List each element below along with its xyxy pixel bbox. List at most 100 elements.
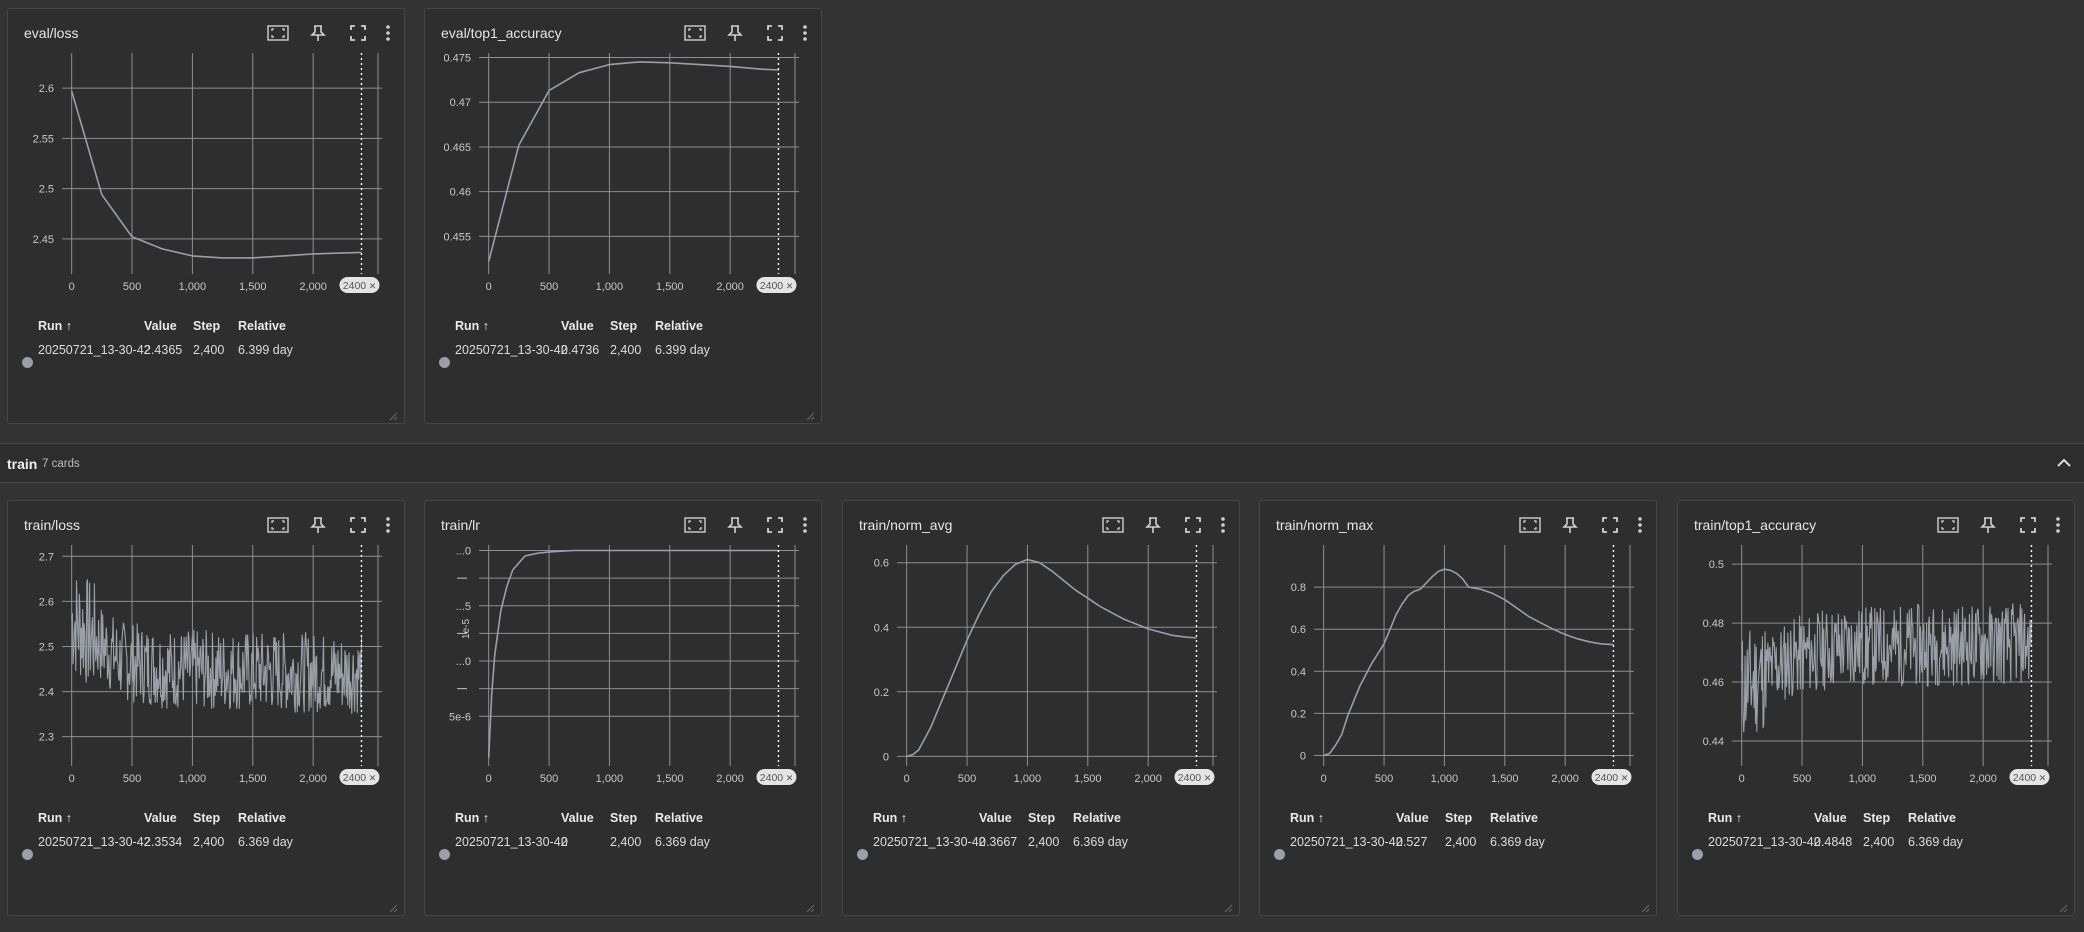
cell-relative: 6.369 day bbox=[1073, 835, 1128, 849]
close-icon[interactable]: ✕ bbox=[2039, 773, 2047, 783]
fullscreen-button[interactable] bbox=[755, 513, 795, 537]
fullscreen-button[interactable] bbox=[2008, 513, 2048, 537]
chart-area[interactable]: 2.45 2.5 2.55 2.6 0 500 1,000 1,500 2,000 2400 ✕ bbox=[8, 53, 406, 319]
x-tick-label: 2,000 bbox=[716, 281, 744, 293]
chart-svg[interactable]: 2.45 2.5 2.55 2.6 0 500 1,000 1,500 2,000 2400 ✕ bbox=[8, 53, 406, 319]
run-color-dot[interactable] bbox=[1274, 849, 1285, 860]
card-title: train/norm_avg bbox=[859, 517, 953, 533]
pin-button[interactable] bbox=[298, 21, 338, 45]
fullscreen-icon bbox=[1185, 517, 1201, 533]
chart-svg[interactable]: 5e-6 ...0 ...5 ...0 1e-5 0 500 1,000 1,500 2,000 2… bbox=[425, 545, 823, 811]
chart-area[interactable]: 2.3 2.4 2.5 2.6 2.7 0 500 1,000 1,500 2,000 2400 ✕ bbox=[8, 545, 406, 811]
column-header-run[interactable]: Run ↑ bbox=[873, 811, 907, 825]
fullscreen-button[interactable] bbox=[338, 21, 378, 45]
resize-handle-icon[interactable] bbox=[389, 900, 398, 913]
column-header-run[interactable]: Run ↑ bbox=[455, 811, 489, 825]
y-tick-label: 2.4 bbox=[39, 687, 54, 699]
run-color-dot[interactable] bbox=[439, 849, 450, 860]
column-header-run[interactable]: Run ↑ bbox=[455, 319, 489, 333]
more-vert-icon bbox=[386, 25, 390, 41]
fullscreen-button[interactable] bbox=[1173, 513, 1213, 537]
more-options-button[interactable] bbox=[795, 513, 815, 537]
column-header-run[interactable]: Run ↑ bbox=[38, 811, 72, 825]
resize-handle-icon[interactable] bbox=[806, 900, 815, 913]
close-icon[interactable]: ✕ bbox=[786, 773, 794, 783]
more-options-button[interactable] bbox=[378, 21, 398, 45]
chart-svg[interactable]: 0.44 0.46 0.48 0.5 0 500 1,000 1,500 2,000 2400 ✕ bbox=[1678, 545, 2076, 811]
pin-icon bbox=[310, 25, 326, 41]
step-chip-label: 2400 bbox=[2013, 772, 2037, 784]
pin-button[interactable] bbox=[298, 513, 338, 537]
x-tick-label: 1,500 bbox=[1909, 773, 1937, 785]
run-color-dot[interactable] bbox=[857, 849, 868, 860]
close-icon[interactable]: ✕ bbox=[1204, 773, 1212, 783]
fullscreen-button[interactable] bbox=[338, 513, 378, 537]
x-tick-label: 500 bbox=[1793, 773, 1811, 785]
resize-handle-icon[interactable] bbox=[389, 408, 398, 421]
pin-button[interactable] bbox=[715, 21, 755, 45]
run-color-dot[interactable] bbox=[22, 849, 33, 860]
fit-domain-button[interactable] bbox=[258, 21, 298, 45]
section-header-train[interactable]: train 7 cards bbox=[0, 443, 2084, 483]
resize-handle-icon[interactable] bbox=[1224, 900, 1233, 913]
column-header-relative: Relative bbox=[1908, 811, 1956, 825]
run-color-dot[interactable] bbox=[22, 357, 33, 368]
fullscreen-button[interactable] bbox=[1590, 513, 1630, 537]
chart-svg[interactable]: 0 0.2 0.4 0.6 0 500 1,000 1,500 2,000 2400 ✕ bbox=[843, 545, 1241, 811]
column-header-relative: Relative bbox=[1073, 811, 1121, 825]
column-header-run[interactable]: Run ↑ bbox=[38, 319, 72, 333]
y-tick-label: 0.455 bbox=[443, 231, 471, 243]
chart-svg[interactable]: 0.455 0.46 0.465 0.47 0.475 0 500 1,000 1,500 2,0… bbox=[425, 53, 823, 319]
pin-button[interactable] bbox=[1968, 513, 2008, 537]
fullscreen-button[interactable] bbox=[755, 21, 795, 45]
more-options-button[interactable] bbox=[2048, 513, 2068, 537]
chart-area[interactable]: 5e-6 ...0 ...5 ...0 1e-5 0 500 1,000 1,500 2,000 2… bbox=[425, 545, 823, 811]
chart-area[interactable]: 0 0.2 0.4 0.6 0 500 1,000 1,500 2,000 2400 ✕ bbox=[843, 545, 1241, 811]
close-icon[interactable]: ✕ bbox=[369, 773, 377, 783]
chart-area[interactable]: 0.44 0.46 0.48 0.5 0 500 1,000 1,500 2,000 2400 ✕ bbox=[1678, 545, 2076, 811]
y-tick-label: 0.4 bbox=[1291, 666, 1306, 678]
cell-value: 0.4848 bbox=[1814, 835, 1853, 849]
more-options-button[interactable] bbox=[1630, 513, 1650, 537]
fit-domain-button[interactable] bbox=[258, 513, 298, 537]
more-options-button[interactable] bbox=[1213, 513, 1233, 537]
y-tick-label: 0 bbox=[1300, 750, 1306, 762]
pin-button[interactable] bbox=[715, 513, 755, 537]
chart-svg[interactable]: 0 0.2 0.4 0.6 0.8 0 500 1,000 1,500 2,000 2400 ✕ bbox=[1260, 545, 1658, 811]
close-icon[interactable]: ✕ bbox=[786, 281, 794, 291]
card-toolbar bbox=[675, 21, 815, 45]
close-icon[interactable]: ✕ bbox=[1621, 773, 1629, 783]
resize-handle-icon[interactable] bbox=[1641, 900, 1650, 913]
y-tick-label: 2.5 bbox=[39, 641, 54, 653]
y-tick-label: 0.2 bbox=[1291, 708, 1306, 720]
fullscreen-icon bbox=[2020, 517, 2036, 533]
cell-run: 20250721_13-30-42 bbox=[38, 343, 151, 357]
more-options-button[interactable] bbox=[795, 21, 815, 45]
fit-domain-button[interactable] bbox=[675, 513, 715, 537]
pin-button[interactable] bbox=[1550, 513, 1590, 537]
column-header-run[interactable]: Run ↑ bbox=[1290, 811, 1324, 825]
chart-area[interactable]: 0 0.2 0.4 0.6 0.8 0 500 1,000 1,500 2,000 2400 ✕ bbox=[1260, 545, 1658, 811]
close-icon[interactable]: ✕ bbox=[369, 281, 377, 291]
resize-handle-icon[interactable] bbox=[806, 408, 815, 421]
fit-domain-button[interactable] bbox=[1928, 513, 1968, 537]
chart-svg[interactable]: 2.3 2.4 2.5 2.6 2.7 0 500 1,000 1,500 2,000 2400 ✕ bbox=[8, 545, 406, 811]
fit-domain-button[interactable] bbox=[1093, 513, 1133, 537]
card-train-loss: train/loss 2.3 2.4 2.5 2.6 2.7 0 500 1,000 1,500 2… bbox=[7, 500, 405, 916]
y-tick-label: ...0 bbox=[456, 656, 471, 668]
more-options-button[interactable] bbox=[378, 513, 398, 537]
chart-area[interactable]: 0.455 0.46 0.465 0.47 0.475 0 500 1,000 1,500 2,0… bbox=[425, 53, 823, 319]
column-header-run[interactable]: Run ↑ bbox=[1708, 811, 1742, 825]
pin-icon bbox=[310, 517, 326, 533]
cell-run: 20250721_13-30-42 bbox=[1290, 835, 1403, 849]
card-title: train/lr bbox=[441, 517, 480, 533]
fit-domain-button[interactable] bbox=[675, 21, 715, 45]
chevron-up-icon[interactable] bbox=[2054, 454, 2074, 472]
run-color-dot[interactable] bbox=[439, 357, 450, 368]
pin-icon bbox=[727, 517, 743, 533]
resize-handle-icon[interactable] bbox=[2059, 900, 2068, 913]
pin-button[interactable] bbox=[1133, 513, 1173, 537]
x-tick-label: 500 bbox=[540, 281, 558, 293]
run-color-dot[interactable] bbox=[1692, 849, 1703, 860]
fit-domain-button[interactable] bbox=[1510, 513, 1550, 537]
